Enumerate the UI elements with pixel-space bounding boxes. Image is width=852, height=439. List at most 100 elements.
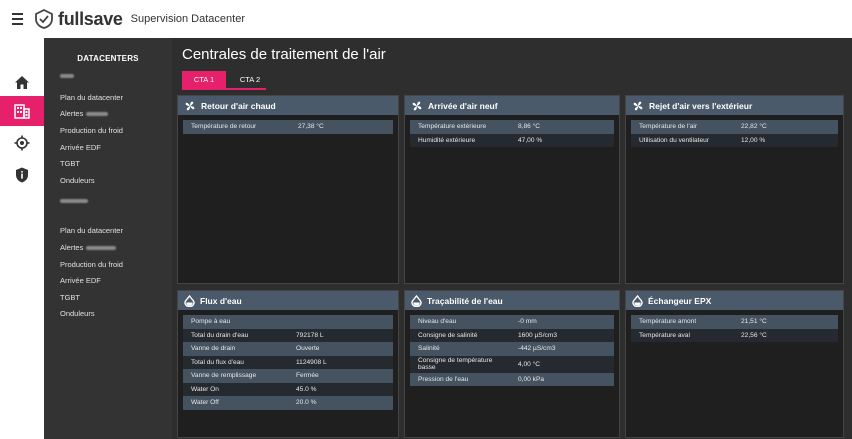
rail-building[interactable] xyxy=(0,96,44,126)
row-label: Water Off xyxy=(191,399,219,407)
row-value: -442 µS/cm3 xyxy=(518,345,556,353)
panel-rows: Température de retour 27,38 °C xyxy=(183,120,393,134)
tab-indicator xyxy=(182,88,266,90)
data-row: Vanne de drain Ouverte xyxy=(183,342,393,356)
row-label: Température amont xyxy=(639,318,697,326)
panel-rows: Température amont 21,51 °C Température a… xyxy=(631,315,838,342)
data-row: Température amont 21,51 °C xyxy=(631,315,838,329)
row-value: 792178 L xyxy=(296,331,324,339)
panel-rows: Pompe à eau Total du drain d'eau 792178 … xyxy=(183,315,393,410)
fan-icon xyxy=(633,101,643,110)
row-value: 1600 µS/cm3 xyxy=(518,331,557,339)
sidebar-group-2-header[interactable] xyxy=(44,199,172,205)
panel-tracabilite-eau: Traçabilité de l'eau Niveau d'eau -0 mm … xyxy=(404,290,620,438)
row-label: Utilisation du ventilateur xyxy=(639,136,710,144)
top-bar: fullsave Supervision Datacenter xyxy=(0,0,852,38)
row-label: Water On xyxy=(191,385,219,393)
data-row: Température aval 22,56 °C xyxy=(631,328,838,342)
menu-icon[interactable] xyxy=(4,0,30,38)
data-row: Total du drain d'eau 792178 L xyxy=(183,328,393,342)
row-label: Consigne de salinité xyxy=(418,331,478,339)
data-row: Pression de l'eau 0,00 kPa xyxy=(410,372,614,386)
row-label: Consigne de température basse xyxy=(418,357,493,371)
data-row: Total du flux d'eau 1124908 L xyxy=(183,355,393,369)
row-value: Fermée xyxy=(296,372,319,380)
data-row: Humidité extérieure 47,00 % xyxy=(410,133,614,147)
building-icon xyxy=(14,104,30,119)
data-row: Water Off 20.0 % xyxy=(183,396,393,410)
water-drop-icon xyxy=(184,294,195,307)
panel-header: Retour d'air chaud xyxy=(178,96,398,115)
sidebar-item-onduleurs[interactable]: Onduleurs xyxy=(60,176,95,185)
tab-cta-1[interactable]: CTA 1 xyxy=(182,71,226,88)
sidebar-item-onduleurs[interactable]: Onduleurs xyxy=(60,309,95,318)
data-row: Consigne de température basse 4,00 °C xyxy=(410,355,614,373)
data-row: Température de retour 27,38 °C xyxy=(183,120,393,134)
panel-rows: Niveau d'eau -0 mm Consigne de salinité … xyxy=(410,315,614,386)
brand-name: fullsave xyxy=(58,8,123,29)
panel-title: Traçabilité de l'eau xyxy=(427,295,503,306)
data-row: Niveau d'eau -0 mm xyxy=(410,315,614,329)
sidebar-item-alertes[interactable]: Alertes xyxy=(60,243,117,252)
row-value: 22,56 °C xyxy=(741,331,767,339)
water-drop-icon xyxy=(632,294,643,307)
sidebar-item-tgbt[interactable]: TGBT xyxy=(60,159,80,168)
main-content: Centrales de traitement de l'air CTA 1 C… xyxy=(172,38,852,439)
panel-title: Arrivée d'air neuf xyxy=(428,100,498,111)
rail-shield[interactable] xyxy=(0,160,44,190)
panel-header: Échangeur EPX xyxy=(626,291,843,310)
data-row: Température de l'air 22,82 °C xyxy=(631,120,838,134)
sidebar-item-edf[interactable]: Arrivée EDF xyxy=(60,276,101,285)
tab-cta-2[interactable]: CTA 2 xyxy=(230,71,270,88)
sidebar-item-production[interactable]: Production du froid xyxy=(60,126,123,135)
data-row: Salinité -442 µS/cm3 xyxy=(410,342,614,356)
row-value: 27,38 °C xyxy=(298,123,324,131)
row-value: 8,86 °C xyxy=(518,123,541,131)
sidebar-group-1-header[interactable] xyxy=(44,74,172,80)
target-icon xyxy=(14,135,30,151)
row-label: Température extérieure xyxy=(418,123,487,131)
row-value: 20.0 % xyxy=(296,399,317,407)
row-value: 47,00 % xyxy=(518,136,543,144)
fan-icon xyxy=(412,101,422,110)
rail-target[interactable] xyxy=(0,128,44,158)
panel-rejet-air: Rejet d'air vers l'extérieur Température… xyxy=(625,95,844,284)
row-label: Vanne de drain xyxy=(191,345,236,353)
panel-header: Rejet d'air vers l'extérieur xyxy=(626,96,843,115)
panel-header: Traçabilité de l'eau xyxy=(405,291,619,310)
row-label: Température aval xyxy=(639,331,690,339)
panel-title: Échangeur EPX xyxy=(648,295,712,306)
logo-icon xyxy=(35,9,53,29)
sidebar-item-edf[interactable]: Arrivée EDF xyxy=(60,143,101,152)
row-label: Pompe à eau xyxy=(191,318,231,326)
panel-title: Flux d'eau xyxy=(200,295,242,306)
row-value: 21,51 °C xyxy=(741,318,767,326)
row-label: Total du flux d'eau xyxy=(191,358,244,366)
app-title: Supervision Datacenter xyxy=(130,13,245,25)
sidebar-item-alertes[interactable]: Alertes xyxy=(60,109,109,118)
row-value: -0 mm xyxy=(518,318,537,326)
row-value: 12,00 % xyxy=(741,136,766,144)
data-row: Pompe à eau xyxy=(183,315,393,329)
row-label: Pression de l'eau xyxy=(418,375,469,383)
panel-rows: Température extérieure 8,86 °C Humidité … xyxy=(410,120,614,147)
redacted-group-name xyxy=(60,74,74,78)
panel-header: Arrivée d'air neuf xyxy=(405,96,619,115)
row-label: Total du drain d'eau xyxy=(191,331,249,339)
panel-retour-air: Retour d'air chaud Température de retour… xyxy=(177,95,399,284)
page-title: Centrales de traitement de l'air xyxy=(182,46,386,63)
row-label: Vanne de remplissage xyxy=(191,372,257,380)
icon-rail xyxy=(0,38,44,439)
sidebar-item-tgbt[interactable]: TGBT xyxy=(60,293,80,302)
sidebar-item-production[interactable]: Production du froid xyxy=(60,260,123,269)
sidebar-item-plan[interactable]: Plan du datacenter xyxy=(60,226,123,235)
panel-arrivee-air: Arrivée d'air neuf Température extérieur… xyxy=(404,95,620,284)
panel-echangeur-epx: Échangeur EPX Température amont 21,51 °C… xyxy=(625,290,844,438)
row-value: Ouverte xyxy=(296,345,320,353)
sidebar: DATACENTERS Plan du datacenter Alertes P… xyxy=(44,38,172,439)
rail-home[interactable] xyxy=(0,67,44,97)
sidebar-item-plan[interactable]: Plan du datacenter xyxy=(60,93,123,102)
water-drop-icon xyxy=(411,294,422,307)
data-row: Water On 45.0 % xyxy=(183,382,393,396)
row-label: Niveau d'eau xyxy=(418,318,457,326)
